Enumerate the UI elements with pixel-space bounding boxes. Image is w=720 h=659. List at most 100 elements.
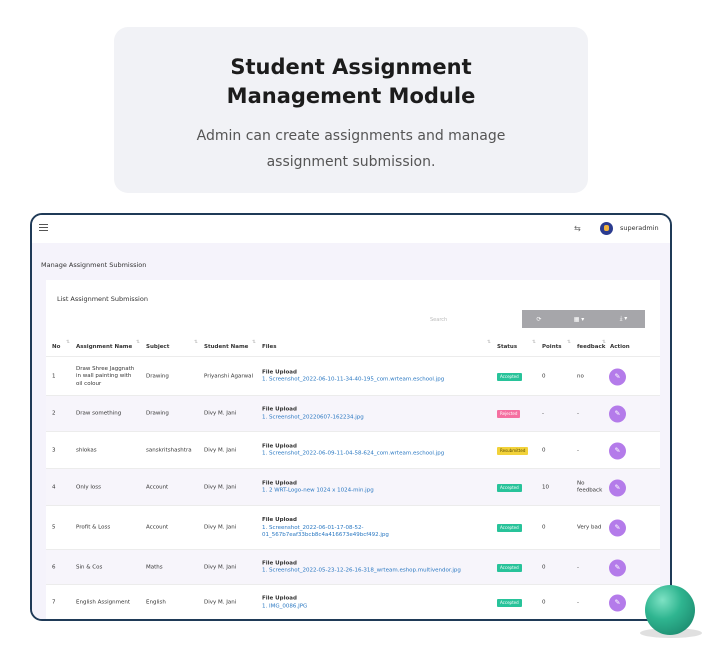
cell-subject: Account xyxy=(146,524,169,531)
file-link[interactable]: 1. Screenshot_2022-05-23-12-26-16-318_wr… xyxy=(262,568,490,576)
sort-icon[interactable]: ⇅ xyxy=(194,340,198,345)
main-content: Manage Assignment Submission List Assign… xyxy=(32,243,670,619)
table-row: 4 Only loss Account Divy M. Jani File Upload… xyxy=(46,468,660,505)
edit-button[interactable] xyxy=(609,559,626,576)
card-title: List Assignment Submission xyxy=(57,295,148,303)
avatar[interactable] xyxy=(600,222,613,235)
col-points[interactable]: Points xyxy=(542,344,562,350)
cell-files: File Upload 1. Screenshot_2022-05-23-12-2… xyxy=(262,560,490,575)
cell-assignment-name: Sin & Cos xyxy=(76,563,103,570)
col-status[interactable]: Status xyxy=(497,344,517,350)
cell-feedback: - xyxy=(577,599,579,606)
file-link[interactable]: 1. Screenshot_2022-06-09-11-04-58-624_co… xyxy=(262,451,490,459)
table-row: 2 Draw something Drawing Divy M. Jani File U… xyxy=(46,395,660,431)
col-action: Action xyxy=(610,344,630,350)
cell-files: File Upload 1. Screenshot_2022-06-10-11-3… xyxy=(262,369,490,384)
cell-files: File Upload 1. Screenshot_20220607-162234… xyxy=(262,407,490,422)
cell-subject: Drawing xyxy=(146,372,169,379)
col-no[interactable]: No xyxy=(52,344,60,350)
status-badge: Accepted xyxy=(497,483,522,492)
sort-icon[interactable]: ⇅ xyxy=(136,340,140,345)
cell-files: File Upload 1. Screenshot_2022-06-01-17-0… xyxy=(262,517,490,540)
sort-icon[interactable]: ⇅ xyxy=(252,340,256,345)
status-badge: Accepted xyxy=(497,563,522,572)
file-link[interactable]: 1. 2 WRT-Logo-new 1024 x 1024-min.jpg xyxy=(262,488,490,496)
columns-toggle-button[interactable]: ▦ ▾ xyxy=(556,310,602,328)
cell-assignment-name: shlokas xyxy=(76,446,97,453)
table-header: No Assignment Name Subject Student Name … xyxy=(46,340,660,356)
cell-points: - xyxy=(542,410,544,417)
cell-points: 0 xyxy=(542,446,546,453)
cell-student-name: Divy M. Jani xyxy=(204,563,237,570)
cell-feedback: - xyxy=(577,410,579,417)
status-badge: Accepted xyxy=(497,372,522,381)
edit-button[interactable] xyxy=(609,519,626,537)
cell-points: 0 xyxy=(542,599,546,606)
search-input[interactable]: Search xyxy=(430,317,447,323)
status-badge: Rejected xyxy=(497,410,521,418)
cell-points: 0 xyxy=(542,524,546,531)
hero-subtitle: Admin can create assignments and manage … xyxy=(196,128,506,170)
cell-subject: sanskritshashtra xyxy=(146,446,192,453)
cell-no: 5 xyxy=(52,524,56,531)
cell-student-name: Divy M. Jani xyxy=(204,410,237,417)
edit-button[interactable] xyxy=(609,368,626,385)
table-row: 5 Profit & Loss Account Divy M. Jani File Up… xyxy=(46,505,660,549)
files-heading: File Upload xyxy=(262,443,297,449)
file-link[interactable]: 1. Screenshot_2022-06-10-11-34-40-195_co… xyxy=(262,377,490,385)
edit-button[interactable] xyxy=(609,405,626,423)
col-student-name[interactable]: Student Name xyxy=(204,344,248,350)
col-subject[interactable]: Subject xyxy=(146,344,169,350)
file-link[interactable]: 1. IMG_0086.JPG xyxy=(262,603,490,611)
cell-assignment-name: Draw Shree Jaggnath in wall painting wit… xyxy=(76,365,135,387)
sort-icon[interactable]: ⇅ xyxy=(602,340,606,345)
cell-assignment-name: English Assignment xyxy=(76,599,130,606)
translate-icon[interactable]: ⇆ xyxy=(574,224,581,233)
cell-no: 6 xyxy=(52,563,56,570)
user-name[interactable]: superadmin xyxy=(620,224,659,232)
cell-feedback: - xyxy=(577,446,579,453)
files-heading: File Upload xyxy=(262,595,297,602)
sort-icon[interactable]: ⇅ xyxy=(567,340,571,345)
cell-no: 7 xyxy=(52,599,56,606)
sort-icon[interactable]: ⇅ xyxy=(66,340,70,345)
cell-student-name: Divy M. Jani xyxy=(204,446,237,453)
cell-student-name: Divy M. Jani xyxy=(204,599,237,606)
col-assignment-name[interactable]: Assignment Name xyxy=(76,344,132,350)
decorative-sphere xyxy=(645,585,695,635)
files-heading: File Upload xyxy=(262,516,297,523)
columns-icon: ▦ ▾ xyxy=(573,315,585,323)
export-button[interactable]: ⤓ ▾ xyxy=(602,310,645,328)
cell-points: 0 xyxy=(542,563,546,570)
cell-points: 10 xyxy=(542,483,549,490)
menu-icon[interactable] xyxy=(39,224,48,231)
cell-student-name: Divy M. Jani xyxy=(204,524,237,531)
cell-feedback: - xyxy=(577,563,579,570)
file-link[interactable]: 1. Screenshot_2022-06-01-17-08-52-01_567… xyxy=(262,524,490,539)
files-heading: File Upload xyxy=(262,560,297,566)
cell-student-name: Priyanshi Agarwal xyxy=(204,372,254,379)
sort-icon[interactable]: ⇅ xyxy=(487,340,491,345)
cell-subject: Account xyxy=(146,483,169,490)
download-icon: ⤓ ▾ xyxy=(619,315,628,322)
cell-no: 1 xyxy=(52,372,56,379)
file-link[interactable]: 1. Screenshot_20220607-162234.jpg xyxy=(262,414,490,422)
top-navbar: ⇆ superadmin xyxy=(32,215,670,243)
edit-button[interactable] xyxy=(609,442,626,459)
col-files[interactable]: Files xyxy=(262,344,277,350)
cell-assignment-name: Draw something xyxy=(76,410,122,417)
cell-subject: Drawing xyxy=(146,410,169,417)
sort-icon[interactable]: ⇅ xyxy=(532,340,536,345)
refresh-icon: ⟳ xyxy=(536,315,542,323)
edit-button[interactable] xyxy=(609,479,626,496)
edit-button[interactable] xyxy=(609,594,626,612)
cell-files: File Upload 1. IMG_0086.JPG xyxy=(262,596,490,611)
cell-files: File Upload 1. Screenshot_2022-06-09-11-0… xyxy=(262,443,490,458)
refresh-button[interactable]: ⟳ xyxy=(522,310,556,328)
cell-feedback: Very bad xyxy=(577,524,602,531)
cell-assignment-name: Profit & Loss xyxy=(76,524,111,531)
cell-feedback: No feedback xyxy=(577,480,603,494)
cell-student-name: Divy M. Jani xyxy=(204,483,237,490)
files-heading: File Upload xyxy=(262,369,297,375)
files-heading: File Upload xyxy=(262,480,297,486)
